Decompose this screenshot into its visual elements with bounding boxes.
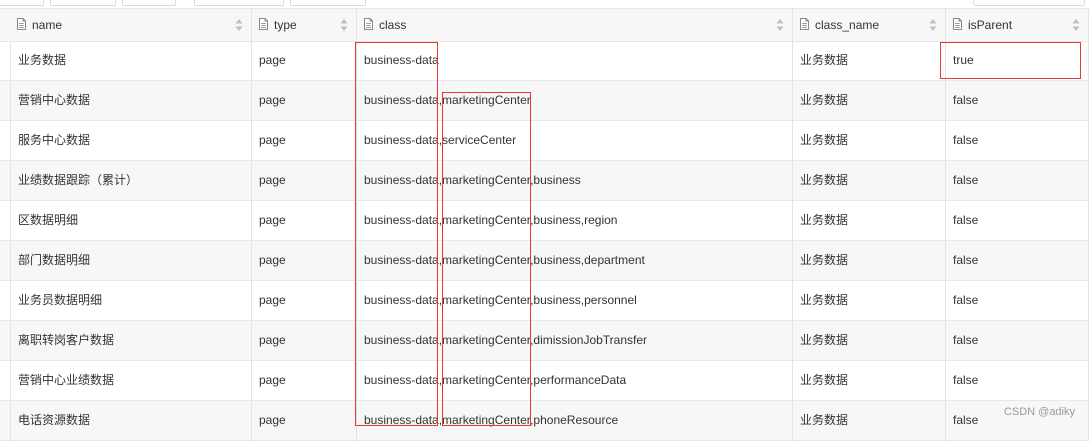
column-header-label: class_name [815,18,880,32]
table-row[interactable]: 营销中心业绩数据 page business-data,marketingCente… [0,361,1089,401]
cell-name[interactable]: 营销中心业绩数据 [10,361,252,401]
column-header-type[interactable]: type [252,9,357,41]
toolbar-button[interactable] [0,0,44,6]
column-header-label: isParent [968,18,1013,32]
cell-name[interactable]: 离职转岗客户数据 [10,321,252,361]
cell-type[interactable]: page [252,241,357,281]
column-header-isparent[interactable]: isParent [946,9,1089,41]
cell-type[interactable]: page [252,321,357,361]
cell-isparent[interactable]: false [946,121,1089,161]
watermark: CSDN @adiky [1003,406,1075,418]
column-header-class[interactable]: class [357,9,793,41]
table-row[interactable]: 电话资源数据 page business-data,marketingCenter,… [0,401,1089,441]
sort-arrows-icon[interactable] [776,18,784,32]
table-row[interactable]: 业绩数据跟踪（累计） page business-data,marketingCen… [0,161,1089,201]
table-row[interactable]: 营销中心数据 page business-data,marketingCenter 业… [0,81,1089,121]
toolbar [0,0,1089,8]
cell-isparent[interactable]: false [946,321,1089,361]
toolbar-button[interactable] [194,0,284,6]
cell-isparent[interactable]: true [946,41,1089,81]
cell-type[interactable]: page [252,121,357,161]
cell-type[interactable]: page [252,81,357,121]
cell-class[interactable]: business-data,marketingCenter,business,p… [357,281,793,321]
cell-name[interactable]: 业绩数据跟踪（累计） [10,161,252,201]
toolbar-button[interactable] [290,0,366,6]
table-row[interactable]: 业务数据 page business-data 业务数据 true [0,41,1089,81]
column-header-label: class [379,18,407,32]
cell-type[interactable]: page [252,361,357,401]
cell-class-name[interactable]: 业务数据 [793,281,946,321]
table-row[interactable]: 业务员数据明细 page business-data,marketingCenter… [0,281,1089,321]
cell-type[interactable]: page [252,281,357,321]
sort-arrows-icon[interactable] [235,18,243,32]
cell-class-name[interactable]: 业务数据 [793,81,946,121]
cell-class-name[interactable]: 业务数据 [793,401,946,441]
table-row[interactable]: 服务中心数据 page business-data,serviceCenter 业务数… [0,121,1089,161]
cell-class[interactable]: business-data,marketingCenter,business,d… [357,241,793,281]
toolbar-button[interactable] [50,0,116,6]
cell-class[interactable]: business-data,serviceCenter [357,121,793,161]
cell-class[interactable]: business-data,marketingCenter,business [357,161,793,201]
cell-class[interactable]: business-data,marketingCenter,performanc… [357,361,793,401]
cell-class-name[interactable]: 业务数据 [793,161,946,201]
cell-class[interactable]: business-data,marketingCenter,phoneResou… [357,401,793,441]
cell-isparent[interactable]: false [946,241,1089,281]
cell-name[interactable]: 电话资源数据 [10,401,252,441]
sort-arrows-icon[interactable] [340,18,348,32]
document-icon [17,18,26,30]
table-row[interactable]: 区数据明细 page business-data,marketingCenter,b… [0,201,1089,241]
search-input[interactable] [973,0,1085,6]
cell-class[interactable]: business-data,marketingCenter,dimissionJ… [357,321,793,361]
cell-class[interactable]: business-data [357,41,793,81]
table-row[interactable]: 离职转岗客户数据 page business-data,marketingCente… [0,321,1089,361]
cell-name[interactable]: 部门数据明细 [10,241,252,281]
cell-isparent[interactable]: false [946,81,1089,121]
sort-arrows-icon[interactable] [929,18,937,32]
cell-isparent[interactable]: false [946,161,1089,201]
column-header-label: name [32,18,63,32]
column-header-name[interactable]: name [10,9,252,41]
cell-type[interactable]: page [252,161,357,201]
cell-name[interactable]: 服务中心数据 [10,121,252,161]
cell-class-name[interactable]: 业务数据 [793,361,946,401]
cell-class-name[interactable]: 业务数据 [793,41,946,81]
column-header-class-name[interactable]: class_name [793,9,946,41]
cell-type[interactable]: page [252,401,357,441]
column-header-label: type [274,18,297,32]
table-header: name type class class_name isParent [0,8,1089,42]
cell-class-name[interactable]: 业务数据 [793,121,946,161]
cell-class-name[interactable]: 业务数据 [793,321,946,361]
cell-isparent[interactable]: false [946,281,1089,321]
document-icon [364,18,373,30]
cell-class-name[interactable]: 业务数据 [793,201,946,241]
toolbar-button[interactable] [122,0,176,6]
cell-isparent[interactable]: false [946,361,1089,401]
cell-isparent[interactable]: false [946,201,1089,241]
cell-name[interactable]: 业务员数据明细 [10,281,252,321]
cell-class[interactable]: business-data,marketingCenter [357,81,793,121]
cell-class-name[interactable]: 业务数据 [793,241,946,281]
cell-type[interactable]: page [252,41,357,81]
cell-name[interactable]: 营销中心数据 [10,81,252,121]
sort-arrows-icon[interactable] [1072,18,1080,32]
cell-name[interactable]: 业务数据 [10,41,252,81]
cell-class[interactable]: business-data,marketingCenter,business,r… [357,201,793,241]
table-row[interactable]: 部门数据明细 page business-data,marketingCenter,… [0,241,1089,281]
document-icon [800,18,809,30]
document-icon [953,18,962,30]
cell-name[interactable]: 区数据明细 [10,201,252,241]
cell-type[interactable]: page [252,201,357,241]
document-icon [259,18,268,30]
